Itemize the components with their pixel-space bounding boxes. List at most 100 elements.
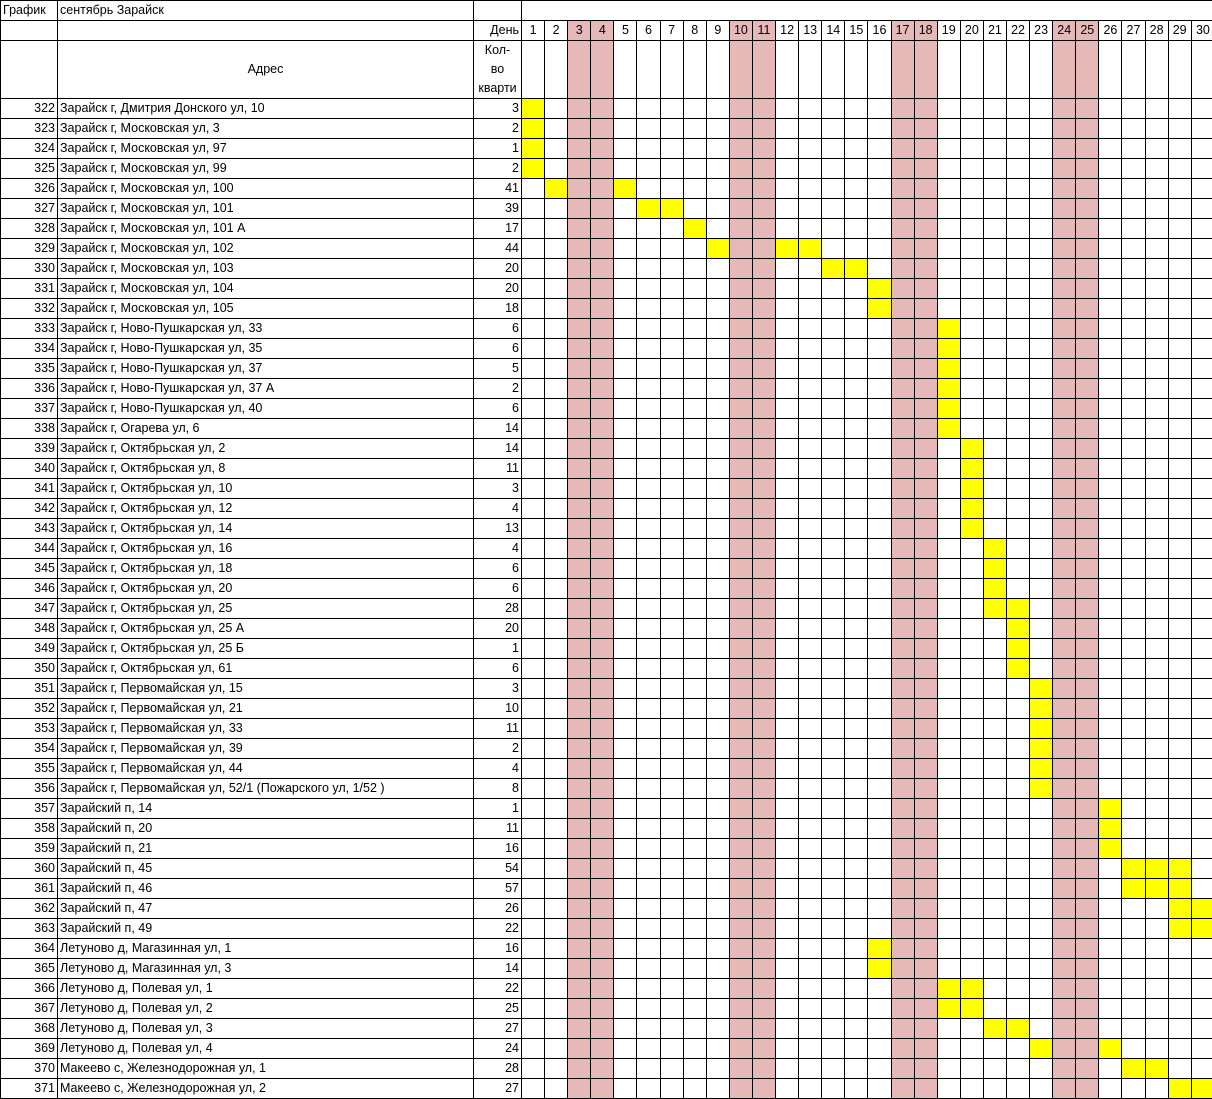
qty-cell[interactable]: 20 bbox=[474, 259, 522, 279]
day-cell[interactable] bbox=[660, 499, 683, 519]
weekend-day-cell[interactable] bbox=[891, 839, 914, 859]
day-header-blank-cell[interactable] bbox=[660, 41, 683, 99]
day-cell[interactable] bbox=[545, 979, 568, 999]
day-cell[interactable] bbox=[1145, 699, 1168, 719]
address-cell[interactable]: Зарайск г, Московская ул, 104 bbox=[58, 279, 474, 299]
day-cell[interactable] bbox=[683, 759, 706, 779]
day-cell[interactable] bbox=[614, 939, 637, 959]
day-cell[interactable] bbox=[1168, 659, 1191, 679]
day-cell[interactable] bbox=[683, 879, 706, 899]
day-cell[interactable] bbox=[660, 739, 683, 759]
weekend-day-cell[interactable] bbox=[752, 919, 775, 939]
day-cell[interactable] bbox=[822, 799, 845, 819]
day-cell[interactable] bbox=[983, 779, 1006, 799]
day-cell[interactable] bbox=[706, 1079, 729, 1099]
day-cell[interactable] bbox=[545, 379, 568, 399]
day-cell[interactable] bbox=[1030, 419, 1053, 439]
day-cell[interactable] bbox=[545, 99, 568, 119]
weekend-day-cell[interactable] bbox=[568, 919, 591, 939]
day-cell[interactable] bbox=[1168, 479, 1191, 499]
day-cell[interactable] bbox=[1006, 819, 1029, 839]
scheduled-day-cell[interactable] bbox=[1006, 619, 1029, 639]
weekend-day-cell[interactable] bbox=[752, 899, 775, 919]
weekend-day-cell[interactable] bbox=[568, 1079, 591, 1099]
day-cell[interactable] bbox=[1191, 639, 1212, 659]
day-cell[interactable] bbox=[1168, 559, 1191, 579]
day-cell[interactable] bbox=[822, 539, 845, 559]
weekend-day-cell[interactable] bbox=[1076, 299, 1099, 319]
day-cell[interactable] bbox=[983, 199, 1006, 219]
day-cell[interactable] bbox=[706, 559, 729, 579]
day-cell[interactable] bbox=[1191, 699, 1212, 719]
day-cell[interactable] bbox=[1122, 239, 1145, 259]
address-cell[interactable]: Летуново д, Полевая ул, 3 bbox=[58, 1019, 474, 1039]
day-cell[interactable] bbox=[1122, 979, 1145, 999]
day-cell[interactable] bbox=[868, 579, 891, 599]
day-cell[interactable] bbox=[706, 879, 729, 899]
weekend-day-cell[interactable] bbox=[1076, 219, 1099, 239]
day-cell[interactable] bbox=[845, 759, 868, 779]
day-cell[interactable] bbox=[845, 1059, 868, 1079]
weekend-day-cell[interactable] bbox=[1053, 159, 1076, 179]
day-cell[interactable] bbox=[522, 939, 545, 959]
day-cell[interactable] bbox=[637, 679, 660, 699]
day-cell[interactable] bbox=[522, 859, 545, 879]
address-cell[interactable]: Зарайский п, 47 bbox=[58, 899, 474, 919]
qty-cell[interactable]: 22 bbox=[474, 979, 522, 999]
day-cell[interactable] bbox=[660, 459, 683, 479]
scheduled-day-cell[interactable] bbox=[1030, 699, 1053, 719]
weekend-day-cell[interactable] bbox=[1053, 519, 1076, 539]
day-cell[interactable] bbox=[522, 1019, 545, 1039]
day-cell[interactable] bbox=[845, 219, 868, 239]
day-cell[interactable] bbox=[614, 239, 637, 259]
address-cell[interactable]: Зарайский п, 45 bbox=[58, 859, 474, 879]
weekend-day-cell[interactable] bbox=[568, 539, 591, 559]
weekend-day-cell[interactable] bbox=[891, 619, 914, 639]
weekend-day-cell[interactable] bbox=[891, 759, 914, 779]
scheduled-day-cell[interactable] bbox=[1099, 1039, 1122, 1059]
day-cell[interactable] bbox=[1168, 279, 1191, 299]
qty-cell[interactable]: 41 bbox=[474, 179, 522, 199]
day-cell[interactable] bbox=[822, 659, 845, 679]
day-header-blank-cell[interactable] bbox=[1122, 41, 1145, 99]
weekend-day-cell[interactable] bbox=[891, 159, 914, 179]
weekend-day-cell[interactable] bbox=[891, 199, 914, 219]
day-cell[interactable] bbox=[637, 399, 660, 419]
day-cell[interactable] bbox=[1191, 819, 1212, 839]
weekend-day-cell[interactable] bbox=[591, 299, 614, 319]
day-cell[interactable] bbox=[776, 539, 799, 559]
day-cell[interactable] bbox=[683, 919, 706, 939]
day-cell[interactable] bbox=[1122, 599, 1145, 619]
day-cell[interactable] bbox=[660, 619, 683, 639]
day-cell[interactable] bbox=[637, 659, 660, 679]
day-cell[interactable] bbox=[1191, 359, 1212, 379]
day-cell[interactable] bbox=[937, 159, 960, 179]
address-cell[interactable]: Зарайск г, Московская ул, 3 bbox=[58, 119, 474, 139]
weekend-day-cell[interactable] bbox=[1053, 319, 1076, 339]
blank-header-cell[interactable] bbox=[1, 41, 58, 99]
day-cell[interactable] bbox=[637, 739, 660, 759]
address-cell[interactable]: Макеево с, Железнодорожная ул, 1 bbox=[58, 1059, 474, 1079]
day-cell[interactable] bbox=[683, 599, 706, 619]
day-cell[interactable] bbox=[868, 559, 891, 579]
day-cell[interactable] bbox=[522, 259, 545, 279]
weekend-day-cell[interactable] bbox=[1053, 1039, 1076, 1059]
day-cell[interactable] bbox=[1191, 179, 1212, 199]
day-cell[interactable] bbox=[1099, 359, 1122, 379]
weekend-day-cell[interactable] bbox=[729, 1039, 752, 1059]
day-cell[interactable] bbox=[706, 179, 729, 199]
day-cell[interactable] bbox=[868, 719, 891, 739]
day-cell[interactable] bbox=[776, 719, 799, 739]
day-cell[interactable] bbox=[1191, 399, 1212, 419]
day-cell[interactable] bbox=[683, 779, 706, 799]
day-cell[interactable] bbox=[1145, 259, 1168, 279]
weekend-day-cell[interactable] bbox=[914, 339, 937, 359]
weekend-day-cell[interactable] bbox=[568, 1039, 591, 1059]
weekend-day-cell[interactable] bbox=[729, 499, 752, 519]
weekend-day-cell[interactable] bbox=[568, 239, 591, 259]
day-cell[interactable] bbox=[660, 119, 683, 139]
weekend-day-cell[interactable] bbox=[914, 599, 937, 619]
day-cell[interactable] bbox=[1030, 279, 1053, 299]
day-cell[interactable] bbox=[960, 799, 983, 819]
day-cell[interactable] bbox=[1006, 339, 1029, 359]
